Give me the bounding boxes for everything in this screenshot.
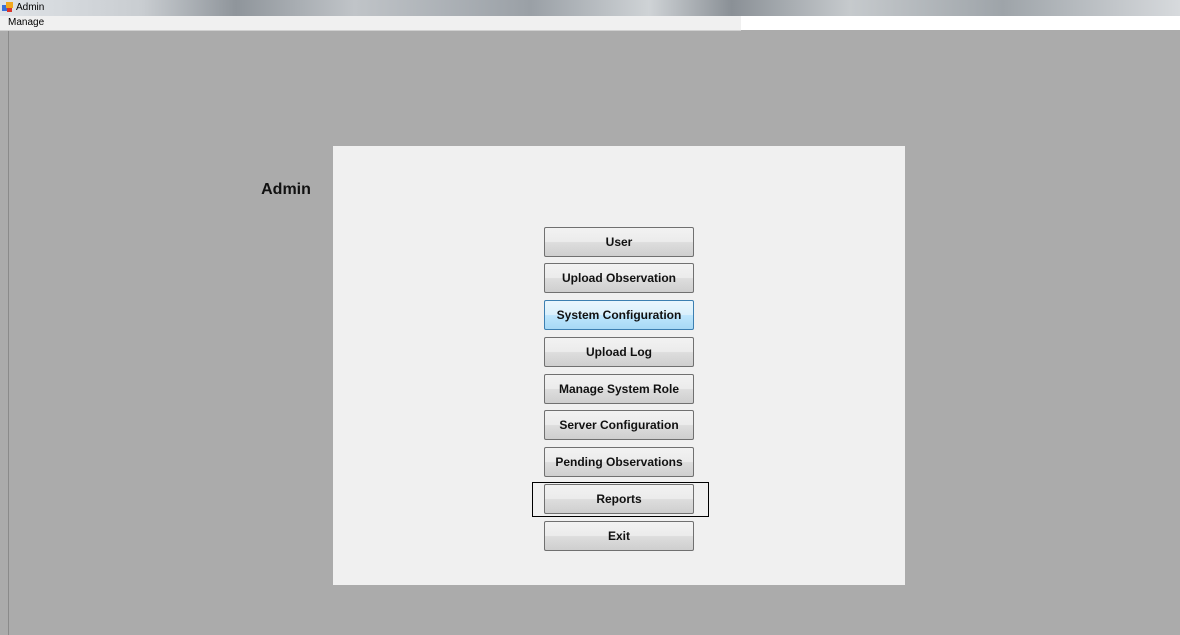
exit-button[interactable]: Exit [544,521,694,551]
user-button[interactable]: User [544,227,694,257]
menu-bar-extension [741,16,1180,30]
menu-bar: Manage [0,16,741,31]
window-title: Admin [16,2,45,13]
app-icon [2,2,13,12]
upload-observation-button[interactable]: Upload Observation [544,263,694,293]
server-configuration-button[interactable]: Server Configuration [544,410,694,440]
panel-title: Admin [261,181,311,198]
manage-system-role-button[interactable]: Manage System Role [544,374,694,404]
pending-observations-button[interactable]: Pending Observations [544,447,694,477]
reports-button[interactable]: Reports [544,484,694,514]
menu-item-manage[interactable]: Manage [6,16,46,30]
upload-log-button[interactable]: Upload Log [544,337,694,367]
window-titlebar: Admin [0,0,1180,17]
system-configuration-button[interactable]: System Configuration [544,300,694,330]
